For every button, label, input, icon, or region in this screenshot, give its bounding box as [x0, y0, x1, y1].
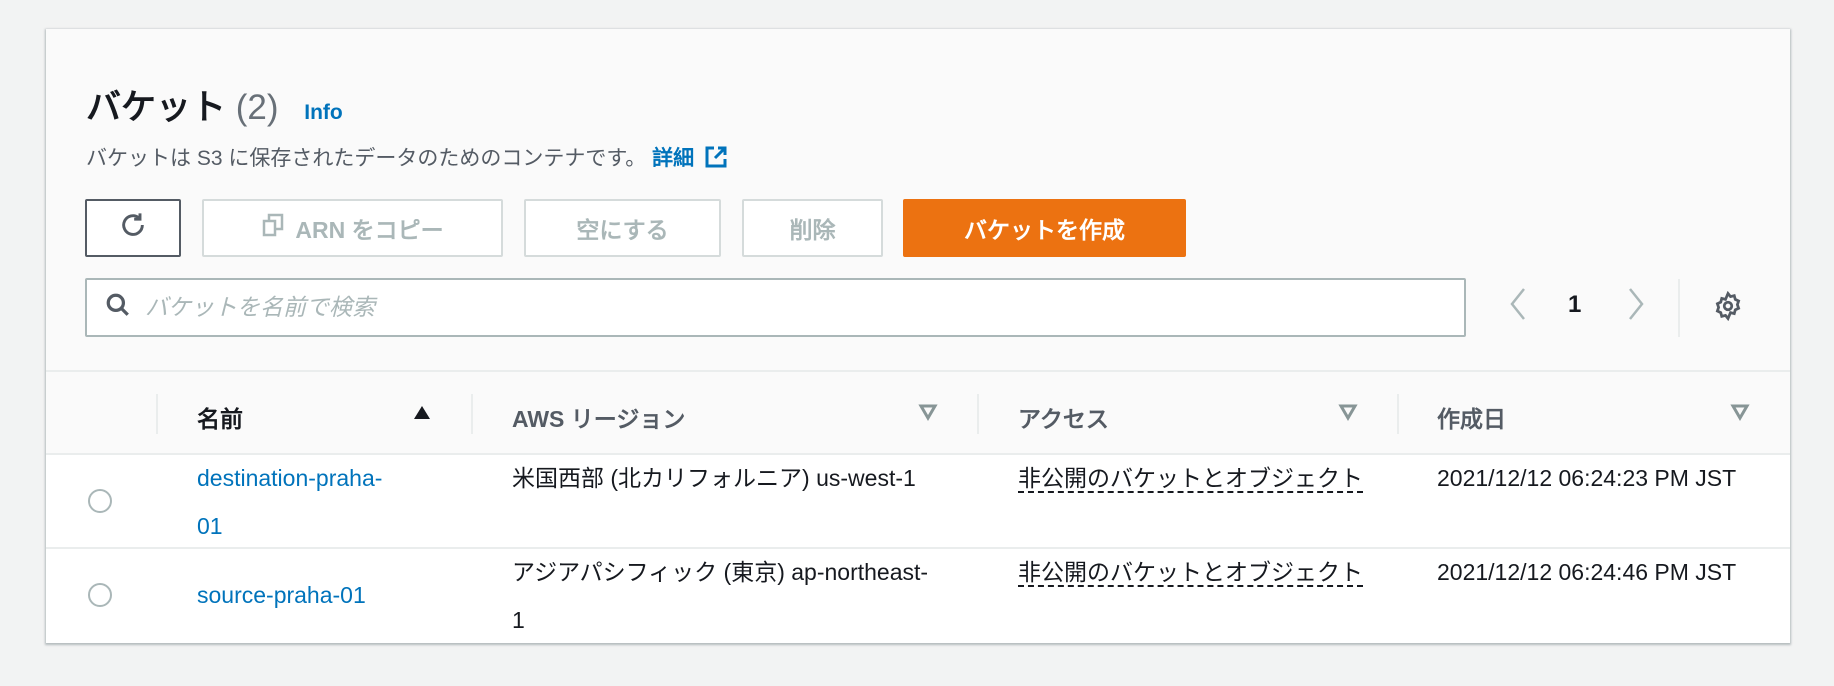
bucket-name-link[interactable]: source-praha-01	[197, 571, 437, 619]
divider	[471, 394, 473, 434]
column-header-created[interactable]: 作成日	[1437, 400, 1506, 434]
buckets-panel: バケット (2) Info バケットは S3 に保存されたデータのためのコンテナ…	[46, 29, 1790, 643]
description: バケットは S3 に保存されたデータのためのコンテナです。 詳細	[86, 142, 728, 175]
access-cell[interactable]: 非公開のバケットとオブジェクト	[1018, 465, 1363, 493]
column-header-region[interactable]: AWS リージョン	[512, 400, 685, 434]
learn-more-link[interactable]: 詳細	[652, 146, 728, 170]
divider	[1397, 394, 1399, 434]
search-input[interactable]	[145, 294, 1445, 321]
info-link[interactable]: Info	[304, 101, 342, 124]
learn-more-label: 詳細	[652, 147, 695, 170]
sort-icon[interactable]	[918, 402, 938, 427]
divider	[156, 394, 158, 434]
created-cell: 2021/12/12 06:24:23 PM JST	[1437, 465, 1737, 491]
column-header-name[interactable]: 名前	[197, 400, 243, 434]
copy-arn-label: ARN をコピー	[295, 217, 444, 243]
bucket-name-link[interactable]: destination-praha-01	[197, 454, 397, 550]
previous-page-button[interactable]	[1508, 287, 1528, 328]
divider	[977, 394, 979, 434]
refresh-button[interactable]	[85, 199, 181, 257]
current-page[interactable]: 1	[1568, 291, 1581, 319]
description-text: バケットは S3 に保存されたデータのためのコンテナです。	[86, 147, 647, 170]
title-text: バケット	[86, 88, 227, 127]
divider	[1678, 279, 1680, 337]
create-bucket-button[interactable]: バケットを作成	[903, 199, 1186, 257]
sort-icon[interactable]	[1730, 402, 1750, 427]
bucket-count: (2)	[235, 88, 279, 127]
empty-button[interactable]: 空にする	[524, 199, 721, 257]
delete-button[interactable]: 削除	[742, 199, 883, 257]
search-field[interactable]	[85, 278, 1466, 337]
table-row[interactable]: destination-praha-01 米国西部 (北カリフォルニア) us-…	[46, 455, 1790, 549]
access-cell[interactable]: 非公開のバケットとオブジェクト	[1018, 559, 1363, 587]
empty-label: 空にする	[576, 217, 669, 243]
sort-icon[interactable]	[1338, 402, 1358, 427]
refresh-icon	[119, 211, 147, 245]
delete-label: 削除	[789, 217, 836, 243]
region-cell: 米国西部 (北カリフォルニア) us-west-1	[512, 465, 916, 491]
next-page-button[interactable]	[1626, 287, 1646, 328]
copy-arn-button[interactable]: ARN をコピー	[202, 199, 503, 257]
sort-ascending-icon[interactable]	[412, 402, 432, 427]
table-header: 名前 AWS リージョン アクセス 作成日	[46, 370, 1790, 455]
settings-gear-icon[interactable]	[1713, 290, 1743, 326]
create-bucket-label: バケットを作成	[964, 217, 1125, 243]
search-icon	[105, 292, 131, 323]
copy-icon	[261, 213, 285, 243]
row-select-radio[interactable]	[88, 489, 112, 513]
external-link-icon	[704, 145, 728, 175]
row-select-radio[interactable]	[88, 583, 112, 607]
created-cell: 2021/12/12 06:24:46 PM JST	[1437, 559, 1737, 585]
region-cell: アジアパシフィック (東京) ap-northeast-1	[512, 559, 929, 633]
column-header-access[interactable]: アクセス	[1018, 400, 1109, 434]
page-title: バケット (2) Info	[86, 79, 343, 130]
table-row[interactable]: source-praha-01 アジアパシフィック (東京) ap-northe…	[46, 549, 1790, 643]
